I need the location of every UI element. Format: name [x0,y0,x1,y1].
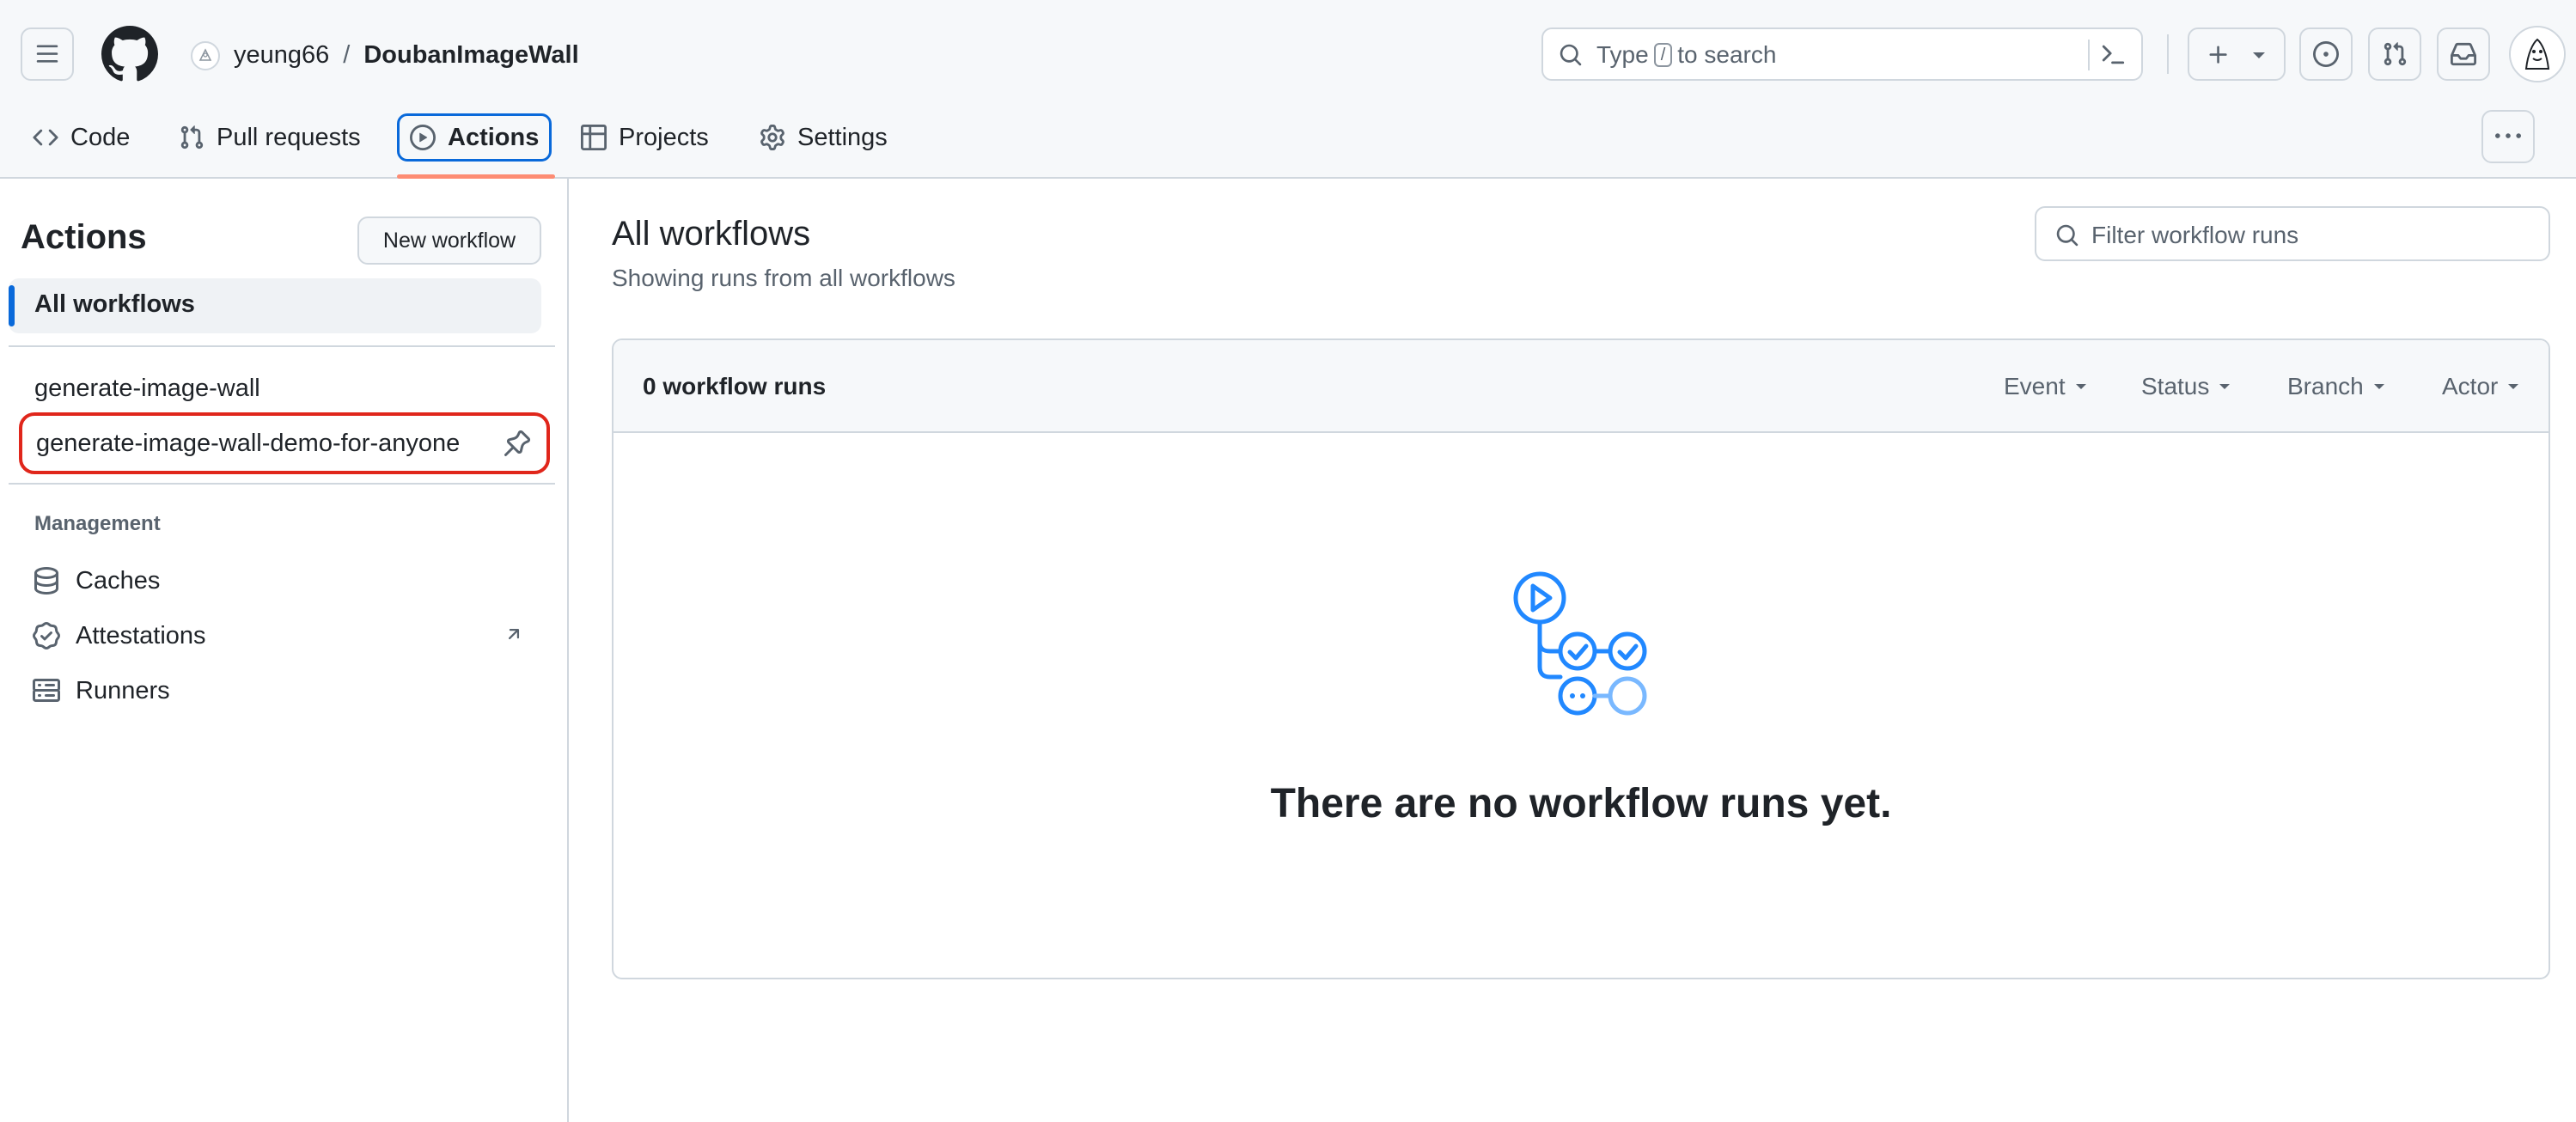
breadcrumb-separator: / [343,41,351,69]
command-palette-icon[interactable] [2100,41,2126,67]
sidebar-item-label: All workflows [34,290,195,318]
search-placeholder-prefix: Type [1596,41,1649,68]
sidebar-item-runners[interactable]: Runners [33,674,170,708]
tab-label: Code [70,123,131,151]
more-options-button[interactable] [2481,110,2535,163]
sidebar-item-label: Attestations [76,621,206,649]
workflow-item-label: generate-image-wall-demo-for-anyone [36,430,461,457]
empty-state-message: There are no workflow runs yet. [1270,781,1892,826]
tab-pull-requests[interactable]: Pull requests [168,113,371,162]
new-workflow-button[interactable]: New workflow [357,216,541,265]
menu-icon [36,45,58,63]
tab-label: Actions [448,123,540,151]
inbox-button[interactable] [2437,27,2490,81]
status-filter-dropdown[interactable]: Status [2141,373,2231,400]
global-header: yeung66 / DoubanImageWall Type / to sear… [0,0,2576,179]
git-pull-request-icon [180,125,204,149]
kebab-horizontal-icon [2495,133,2521,138]
pin-icon[interactable] [504,430,531,457]
sidebar-item-label: Runners [76,676,170,704]
filter-label: Status [2141,373,2210,399]
table-icon [581,125,607,150]
page-subtitle: Showing runs from all workflows [612,265,955,291]
sidebar-divider [9,483,555,485]
tab-label: Projects [619,123,709,151]
tab-settings[interactable]: Settings [749,113,898,162]
workflow-runs-panel: 0 workflow runs Event Status Branch Acto… [612,338,2550,979]
search-shortcut-key: / [1653,43,1673,67]
issues-button[interactable] [2299,27,2353,81]
page-title: All workflows [612,215,811,253]
sidebar-title: Actions [21,218,147,256]
search-divider [2088,40,2090,70]
arrow-up-right-icon [508,629,520,640]
menu-button[interactable] [21,27,74,81]
avatar[interactable] [2509,26,2566,82]
triangle-down-icon [2253,52,2265,58]
play-icon [410,125,436,150]
branch-filter-dropdown[interactable]: Branch [2287,373,2386,400]
workflow-runs-header: 0 workflow runs Event Status Branch Acto… [613,340,2549,433]
owner-avatar[interactable] [191,41,220,70]
sidebar-item-all-workflows[interactable]: All workflows [9,278,541,333]
github-logo-icon[interactable] [101,26,158,82]
sidebar-item-label: Caches [76,566,161,595]
tab-actions[interactable]: Actions [397,113,552,162]
search-placeholder: Type / to search [1596,41,1776,69]
triangle-down-icon [2373,384,2384,389]
search-icon [2056,224,2079,247]
tab-label: Pull requests [217,123,361,151]
repo-name-link[interactable]: DoubanImageWall [363,36,578,74]
inbox-icon [2451,42,2476,66]
breadcrumb: yeung66 / DoubanImageWall [234,36,579,74]
search-icon [1560,44,1582,66]
filter-placeholder: Filter workflow runs [2091,222,2299,248]
event-filter-dropdown[interactable]: Event [2004,373,2088,400]
header-divider [2167,34,2169,74]
triangle-down-icon [2508,384,2519,389]
active-indicator [9,285,15,326]
repo-owner-link[interactable]: yeung66 [234,36,329,74]
tab-projects[interactable]: Projects [571,113,719,162]
tab-label: Settings [797,123,888,151]
workflow-item[interactable]: generate-image-wall [34,375,260,403]
sidebar-item-attestations[interactable]: Attestations [33,619,206,653]
pull-requests-button[interactable] [2368,27,2421,81]
workflow-item-highlighted[interactable]: generate-image-wall-demo-for-anyone [19,412,550,474]
actions-sidebar: Actions New workflow All workflows gener… [0,179,569,1122]
issue-opened-icon [2313,41,2339,67]
filter-label: Event [2004,373,2066,399]
sidebar-item-caches[interactable]: Caches [33,564,160,598]
server-icon [33,679,60,702]
actor-filter-dropdown[interactable]: Actor [2442,373,2520,400]
code-icon [33,129,58,146]
sidebar-divider [9,345,555,347]
gear-icon [760,125,784,150]
filter-label: Actor [2442,373,2499,399]
database-icon [34,567,58,595]
filter-workflow-runs-input[interactable]: Filter workflow runs [2035,206,2550,261]
workflow-empty-state-icon [1513,571,1647,716]
plus-icon [2209,46,2227,64]
search-placeholder-suffix: to search [1677,41,1777,68]
triangle-down-icon [2075,384,2086,389]
management-heading: Management [34,512,161,535]
search-input[interactable]: Type / to search [1541,27,2143,81]
tab-code[interactable]: Code [22,113,140,162]
workflow-runs-count: 0 workflow runs [643,373,827,399]
verified-icon [33,622,60,649]
git-pull-request-icon [2384,42,2407,66]
triangle-down-icon [2219,384,2231,389]
create-new-button[interactable] [2188,27,2286,81]
filter-label: Branch [2287,373,2364,399]
